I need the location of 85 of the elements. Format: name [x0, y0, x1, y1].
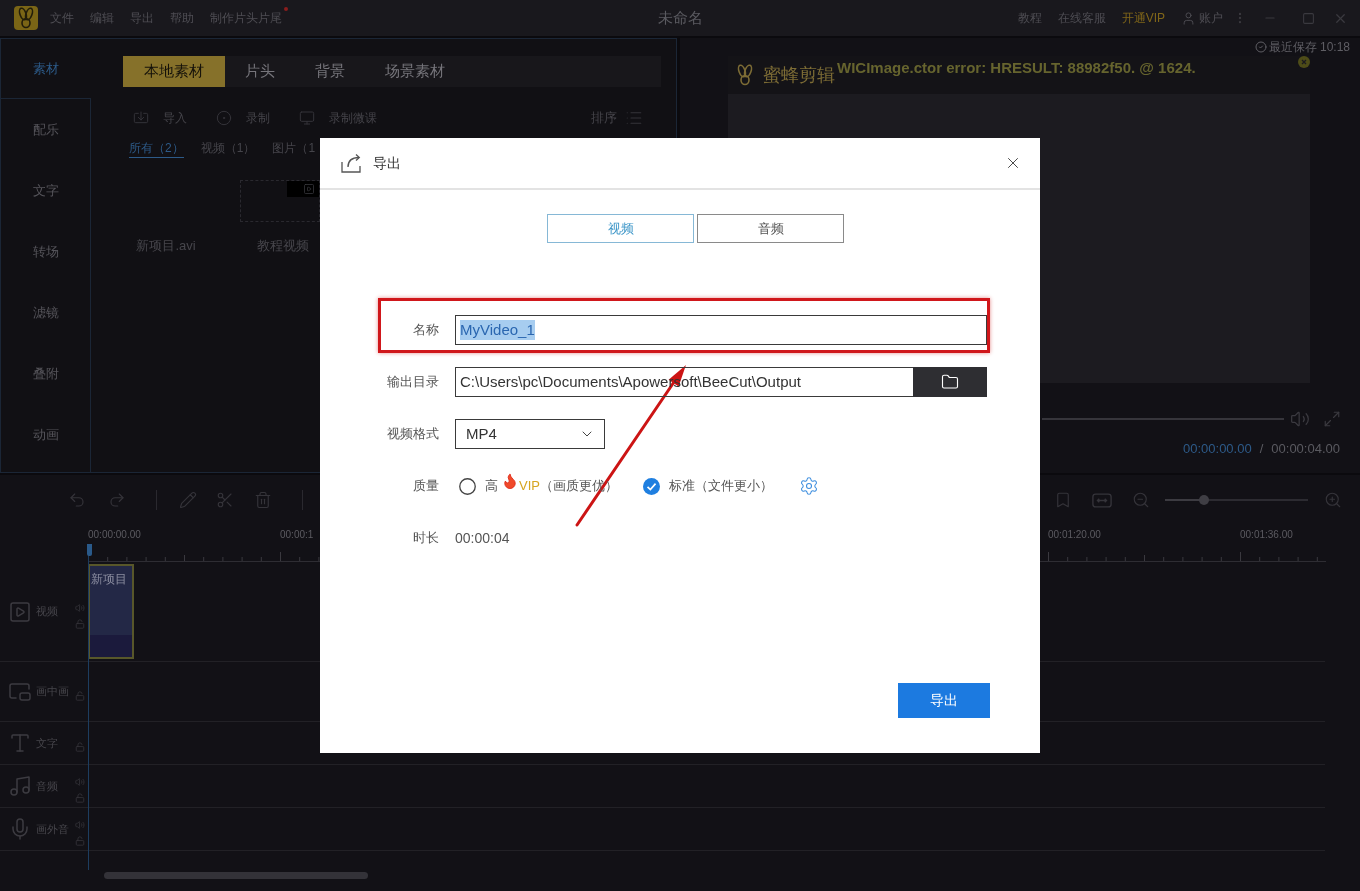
video-clip[interactable]: 新项目 [88, 564, 134, 659]
export-type-tab[interactable]: 音频 [697, 214, 844, 243]
ruler-label: 00:01:36.00 [1240, 528, 1293, 542]
marker-icon[interactable] [1054, 491, 1072, 509]
error-message: WICImage.ctor error: HRESULT: 88982f50. @ 1624. [837, 59, 1196, 77]
total-time: 00:00:04.00 [1271, 440, 1340, 459]
playhead[interactable] [87, 544, 92, 870]
zoom-slider[interactable] [1165, 495, 1308, 505]
export-icon [340, 151, 364, 175]
video-track-icon [8, 599, 32, 624]
settings-icon[interactable] [798, 476, 819, 496]
app-logo-icon [14, 6, 38, 30]
list-icon[interactable] [625, 109, 643, 127]
radio-label[interactable]: 高 [485, 476, 498, 496]
field-label: 时长 [412, 529, 439, 548]
radio-button[interactable] [459, 477, 476, 495]
browse-folder-button[interactable] [913, 367, 987, 397]
zoom-slider-thumb[interactable] [1198, 495, 1209, 505]
brand-name: 蜜蜂剪辑 [763, 64, 835, 86]
field-label: 输出目录 [386, 373, 439, 392]
lock-icon[interactable] [75, 690, 85, 701]
lock-icon[interactable] [75, 618, 85, 629]
close-circle-icon[interactable] [1298, 56, 1310, 68]
clip-label: 新项目 [91, 572, 127, 586]
fullscreen-icon[interactable] [1323, 410, 1341, 428]
ruler-label: 00:00:1 [280, 528, 314, 542]
field-label: 质量 [412, 477, 439, 496]
field-label: 视频格式 [386, 425, 439, 444]
folder-icon [940, 373, 960, 391]
media-tab[interactable]: 片头 [225, 56, 295, 87]
fit-width-icon[interactable] [1092, 492, 1112, 508]
saved-check-icon [1254, 41, 1267, 53]
scissors-icon[interactable] [216, 491, 234, 509]
zoom-out-icon[interactable] [1132, 491, 1150, 509]
video-thumbnail[interactable] [240, 180, 320, 222]
media-tab[interactable]: 场景素材 [365, 56, 465, 87]
sidebar-tab[interactable]: 素材 [1, 39, 91, 99]
save-status: 最近保存 10:18 [1268, 39, 1350, 56]
export-type-tab[interactable]: 视频 [547, 214, 694, 243]
media-tab[interactable]: 背景 [295, 56, 365, 87]
lock-icon[interactable] [75, 742, 85, 752]
name-field[interactable]: MyVideo_1 [455, 315, 987, 345]
trash-icon[interactable] [254, 491, 272, 509]
sidebar-tab[interactable]: 滤镜 [1, 282, 91, 343]
speaker-icon[interactable] [75, 602, 85, 613]
import-icon [133, 110, 149, 126]
volume-icon[interactable] [1290, 409, 1310, 429]
maximize-icon[interactable] [1302, 11, 1315, 25]
field-label: 名称 [412, 321, 439, 340]
radio-button[interactable] [642, 477, 660, 495]
speaker-icon[interactable] [75, 820, 85, 830]
sidebar-tab[interactable]: 叠附 [1, 343, 91, 404]
export-button[interactable]: 导出 [898, 683, 990, 718]
monitor-icon [299, 110, 315, 126]
duration-value: 00:00:04 [455, 530, 510, 546]
dialog-title: 导出 [373, 153, 401, 173]
vip-label: VIP [519, 477, 540, 496]
flame-icon [501, 471, 519, 491]
user-icon[interactable] [1181, 10, 1196, 26]
record-icon [216, 110, 232, 126]
redo-icon[interactable] [108, 491, 126, 509]
radio-label[interactable]: 标准（文件更小） [668, 476, 773, 496]
vip-link[interactable]: 开通VIP [1121, 9, 1165, 27]
lock-icon[interactable] [75, 793, 85, 803]
undo-icon[interactable] [68, 491, 86, 509]
time-separator: / [1259, 440, 1264, 459]
media-tab[interactable]: 本地素材 [123, 56, 225, 87]
current-time: 00:00:00.00 [1183, 440, 1252, 459]
ruler-label: 00:00:00.00 [88, 528, 141, 542]
sidebar-tab[interactable]: 文字 [1, 160, 91, 221]
zoom-in-icon[interactable] [1324, 491, 1342, 509]
pencil-icon[interactable] [179, 491, 197, 509]
sidebar-tab[interactable]: 转场 [1, 221, 91, 282]
music-note-icon [8, 774, 32, 798]
format-select[interactable]: MP4 [455, 419, 605, 449]
sidebar-tab[interactable]: 动画 [1, 404, 91, 465]
filter-tab[interactable]: 所有（2） [129, 138, 184, 158]
video-icon [287, 181, 319, 197]
window-title: 未命名 [657, 7, 703, 28]
text-icon [8, 731, 32, 755]
sidebar-tab[interactable]: 配乐 [1, 99, 91, 160]
horizontal-scrollbar[interactable] [104, 872, 368, 879]
lock-icon[interactable] [75, 836, 85, 846]
speaker-icon[interactable] [75, 777, 85, 787]
ruler-label: 00:01:20.00 [1048, 528, 1101, 542]
